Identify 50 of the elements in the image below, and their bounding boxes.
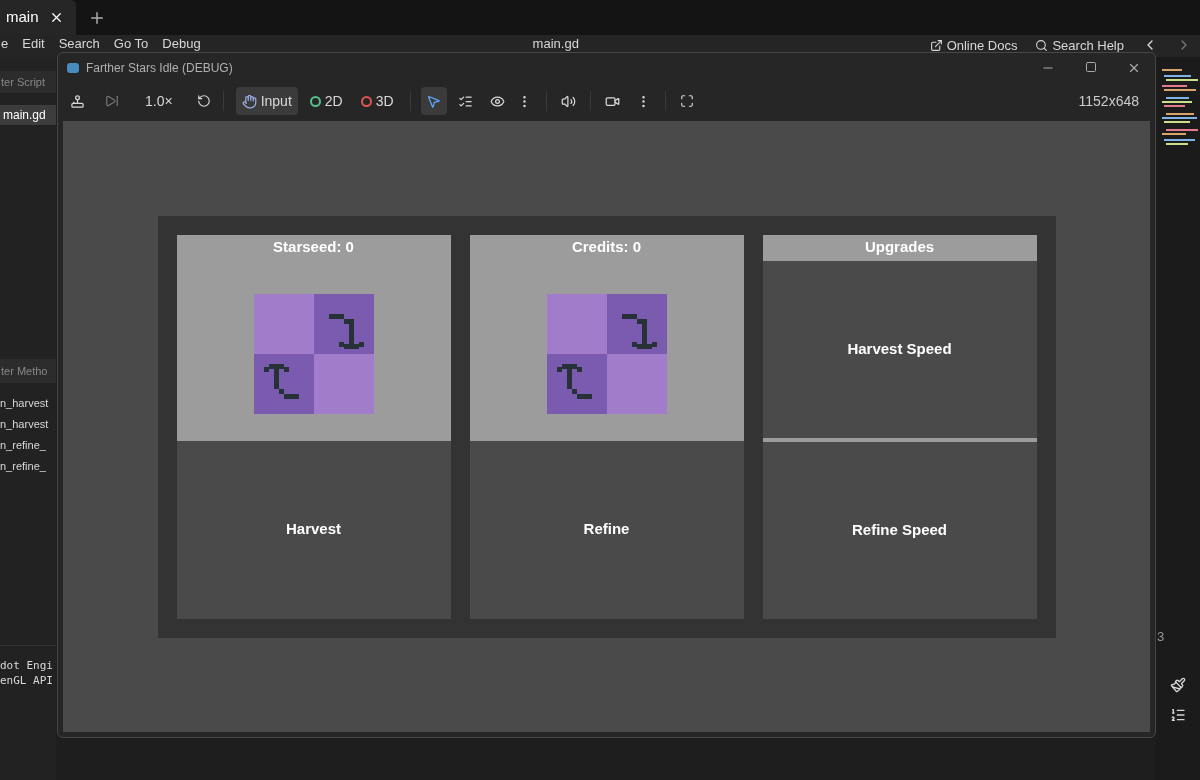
help-link[interactable]: Online Docs: [929, 38, 1018, 52]
tool-button[interactable]: [420, 87, 447, 115]
menu-item[interactable]: e: [1, 37, 9, 50]
menu-item[interactable]: Debug: [162, 37, 201, 50]
app-icon: [66, 60, 80, 75]
menu-item[interactable]: Go To: [113, 37, 149, 50]
script-item[interactable]: main.gd: [0, 105, 56, 125]
joystick-icon[interactable]: [70, 93, 85, 109]
pointer-icon: [426, 93, 442, 109]
new-tab-icon[interactable]: [88, 9, 106, 27]
upgrade-button[interactable]: Refine Speed: [762, 437, 1037, 619]
action-button[interactable]: Harvest: [176, 440, 451, 619]
filter-field[interactable]: ter Script: [0, 71, 56, 93]
tab-label: main: [6, 7, 39, 28]
method-item[interactable]: n_harvest: [0, 393, 56, 414]
menu-item[interactable]: Edit: [22, 37, 45, 50]
expand-icon[interactable]: [679, 94, 694, 108]
mode-button[interactable]: 2D: [303, 87, 349, 115]
console-line: enGL API: [0, 673, 54, 688]
speaker-icon[interactable]: [560, 93, 576, 109]
external-link-icon: [929, 38, 943, 52]
filter-field[interactable]: ter Metho: [0, 359, 56, 383]
step-icon[interactable]: [105, 94, 119, 108]
speed-button[interactable]: 1.0×: [139, 90, 179, 112]
hand-icon: [241, 93, 257, 109]
method-item[interactable]: n_refine_: [0, 456, 56, 477]
search-icon: [1035, 38, 1049, 52]
upgrade-button[interactable]: Harvest Speed: [762, 260, 1037, 438]
file-title: main.gd: [532, 37, 579, 50]
resolution-label: 1152x648: [1078, 91, 1139, 111]
brush-icon[interactable]: [1169, 676, 1186, 693]
editor-tab[interactable]: main: [0, 0, 76, 35]
method-item[interactable]: n_harvest: [0, 414, 56, 435]
reset-icon[interactable]: [196, 94, 211, 108]
action-button[interactable]: Refine: [469, 440, 744, 619]
method-item[interactable]: n_refine_: [0, 435, 56, 456]
panel-title: Starseed: 0: [273, 238, 354, 254]
window-title: Farther Stars Idle (DEBUG): [86, 59, 233, 77]
maximize-icon[interactable]: [1085, 60, 1097, 73]
help-link[interactable]: Search Help: [1035, 38, 1124, 52]
list-icon[interactable]: [1169, 706, 1186, 723]
line-number: 3: [1157, 628, 1165, 646]
eye-icon: [490, 93, 506, 109]
menu-item[interactable]: Search: [58, 37, 100, 50]
mode-button[interactable]: Input: [235, 87, 298, 115]
mode-button[interactable]: 3D: [354, 87, 400, 115]
panel-title: Credits: 0: [571, 238, 642, 254]
console-line: dot Engi: [0, 658, 54, 673]
list-icon: [458, 93, 474, 109]
panel-title: Upgrades: [864, 238, 935, 257]
